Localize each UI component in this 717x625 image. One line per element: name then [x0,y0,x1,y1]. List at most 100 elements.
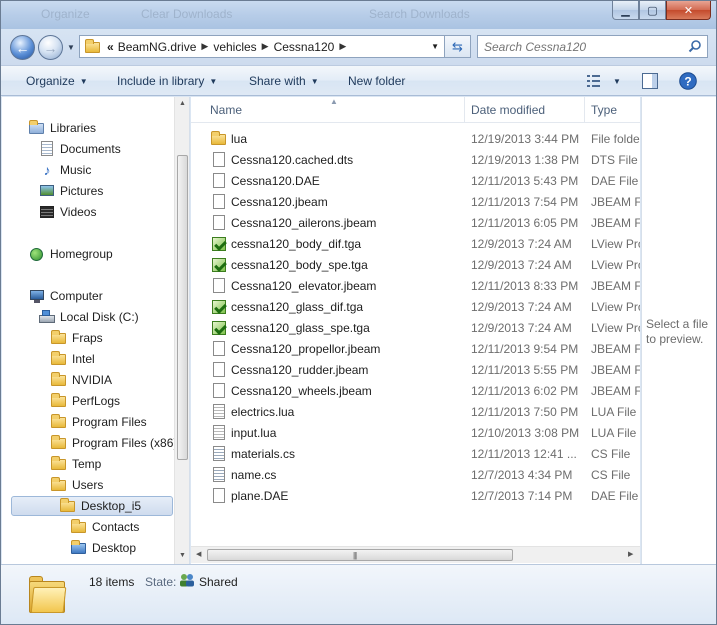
back-button[interactable]: ← [10,35,35,60]
preview-pane-icon[interactable] [642,73,658,89]
nav-item-libraries[interactable]: Libraries [29,118,96,138]
title-bar[interactable]: Organize Clear Downloads Search Download… [1,1,716,29]
file-date-modified: 12/11/2013 6:02 PM [471,384,579,398]
nav-item-contacts[interactable]: Contacts [71,517,139,537]
address-dropdown-icon[interactable]: ▼ [431,42,439,51]
address-bar[interactable]: « BeamNG.drive ▶ vehicles ▶ Cessna120 ▶ … [79,35,445,58]
scroll-down-icon[interactable]: ▼ [179,552,186,559]
file-row[interactable]: materials.cs 12/11/2013 12:41 ... CS File [191,443,640,464]
file-name: Cessna120.DAE [231,174,320,188]
file-row[interactable]: cessna120_glass_dif.tga 12/9/2013 7:24 AM… [191,296,640,317]
file-row[interactable]: cessna120_body_spe.tga 12/9/2013 7:24 AM L… [191,254,640,275]
nav-item-label: Desktop_i5 [81,499,142,513]
view-options-icon[interactable] [587,75,603,87]
search-icon[interactable] [688,39,702,53]
file-list-pane: ▲ Name Date modified Type lua 12/19/2013 … [191,97,640,564]
scroll-up-icon[interactable]: ▲ [179,100,186,107]
breadcrumb-overflow[interactable]: « [107,40,114,54]
nav-item-homegroup[interactable]: Homegroup [29,244,113,264]
file-type: LUA File [591,405,637,419]
image-file-icon [211,299,227,315]
file-row[interactable]: plane.DAE 12/7/2013 7:14 PM DAE File [191,485,640,506]
nav-item-local-disk[interactable]: Local Disk (C:) [39,307,139,327]
sort-ascending-icon: ▲ [330,97,338,106]
include-in-library-button[interactable]: Include in library ▼ [117,74,217,88]
nav-item-videos[interactable]: Videos [39,202,96,222]
nav-item-documents[interactable]: Documents [39,139,121,159]
refresh-button[interactable]: ⇆ [445,35,471,58]
file-row[interactable]: Cessna120_propellor.jbeam 12/11/2013 9:54… [191,338,640,359]
nav-item-users[interactable]: Users [51,475,103,495]
file-row[interactable]: cessna120_body_dif.tga 12/9/2013 7:24 AM L… [191,233,640,254]
file-date-modified: 12/11/2013 7:50 PM [471,405,579,419]
nav-item-label: Libraries [50,121,97,135]
scroll-right-icon[interactable]: ▶ [628,550,633,558]
forward-button[interactable]: → [38,35,63,60]
file-icon [211,215,227,231]
nav-item-perflogs[interactable]: PerfLogs [51,391,120,411]
column-divider[interactable] [584,97,585,123]
file-type: JBEAM File [591,384,640,398]
nav-item-computer[interactable]: Computer [29,286,103,306]
organize-button[interactable]: Organize ▼ [26,74,88,88]
column-header-name[interactable]: Name [210,103,242,117]
breadcrumb-item[interactable]: BeamNG.drive [118,40,197,54]
column-header-date[interactable]: Date modified [471,103,545,117]
file-row[interactable]: Cessna120_elevator.jbeam 12/11/2013 8:33 … [191,275,640,296]
minimize-button[interactable]: ▁ [612,1,639,20]
scroll-left-icon[interactable]: ◀ [196,550,201,558]
share-with-button[interactable]: Share with ▼ [249,74,319,88]
ghost-title-text: Clear Downloads [141,7,233,21]
file-row[interactable]: input.lua 12/10/2013 3:08 PM LUA File [191,422,640,443]
file-list-horizontal-scrollbar[interactable]: ◀ ||| ▶ [191,546,640,563]
file-date-modified: 12/19/2013 1:38 PM [471,153,580,167]
folder-icon [85,38,101,53]
nav-item-desktop[interactable]: Desktop [71,538,136,558]
maximize-button[interactable]: ▢ [639,1,666,20]
nav-item-nvidia[interactable]: NVIDIA [51,370,112,390]
file-date-modified: 12/19/2013 3:44 PM [471,132,580,146]
file-row[interactable]: Cessna120_ailerons.jbeam 12/11/2013 6:05 … [191,212,640,233]
nav-item-program-files[interactable]: Program Files [51,412,147,432]
view-dropdown-icon[interactable]: ▼ [613,77,621,86]
file-row[interactable]: Cessna120.DAE 12/11/2013 5:43 PM DAE File [191,170,640,191]
close-button[interactable]: ✕ [666,1,711,20]
file-row[interactable]: lua 12/19/2013 3:44 PM File folder [191,128,640,149]
file-icon [211,194,227,210]
column-divider[interactable] [464,97,465,123]
search-input[interactable] [478,36,678,57]
nav-item-pictures[interactable]: Pictures [39,181,103,201]
preview-message: Select a file to preview. [646,317,709,346]
nav-item-intel[interactable]: Intel [51,349,95,369]
file-row[interactable]: Cessna120_rudder.jbeam 12/11/2013 5:55 PM… [191,359,640,380]
nav-item-temp[interactable]: Temp [51,454,101,474]
file-row[interactable]: Cessna120.cached.dts 12/19/2013 1:38 PM DT… [191,149,640,170]
breadcrumb-item[interactable]: vehicles [213,40,256,54]
search-box[interactable] [477,35,708,58]
nav-vertical-scrollbar[interactable]: ▲ ▼ [174,97,189,564]
nav-item-fraps[interactable]: Fraps [51,328,103,348]
nav-item-music[interactable]: ♪ Music [39,160,92,180]
nav-scroll-thumb[interactable] [177,155,188,460]
file-list-scroll-thumb[interactable]: ||| [207,549,513,561]
recent-pages-dropdown-icon[interactable]: ▼ [67,43,75,52]
pictures-icon [39,183,55,199]
new-folder-button[interactable]: New folder [348,74,405,88]
file-row[interactable]: electrics.lua 12/11/2013 7:50 PM LUA File [191,401,640,422]
file-type: LView Pro [591,300,640,314]
nav-item-desktop-i5[interactable]: Desktop_i5 [11,496,173,516]
column-header-type[interactable]: Type [591,103,617,117]
help-icon[interactable]: ? [679,72,697,90]
column-headers: ▲ Name Date modified Type [191,97,640,123]
breadcrumb-item[interactable]: Cessna120 [274,40,335,54]
file-name: Cessna120_wheels.jbeam [231,384,372,398]
file-row[interactable]: Cessna120_wheels.jbeam 12/11/2013 6:02 PM… [191,380,640,401]
nav-item-program-files-x86[interactable]: Program Files (x86) [51,433,177,453]
breadcrumb-separator-icon[interactable]: ▶ [201,41,208,52]
breadcrumb-separator-icon[interactable]: ▶ [262,41,269,52]
file-row[interactable]: Cessna120.jbeam 12/11/2013 7:54 PM JBEAM F… [191,191,640,212]
breadcrumb-separator-icon[interactable]: ▶ [339,41,346,52]
file-type: LView Pro [591,321,640,335]
file-row[interactable]: cessna120_glass_spe.tga 12/9/2013 7:24 AM… [191,317,640,338]
file-row[interactable]: name.cs 12/7/2013 4:34 PM CS File [191,464,640,485]
